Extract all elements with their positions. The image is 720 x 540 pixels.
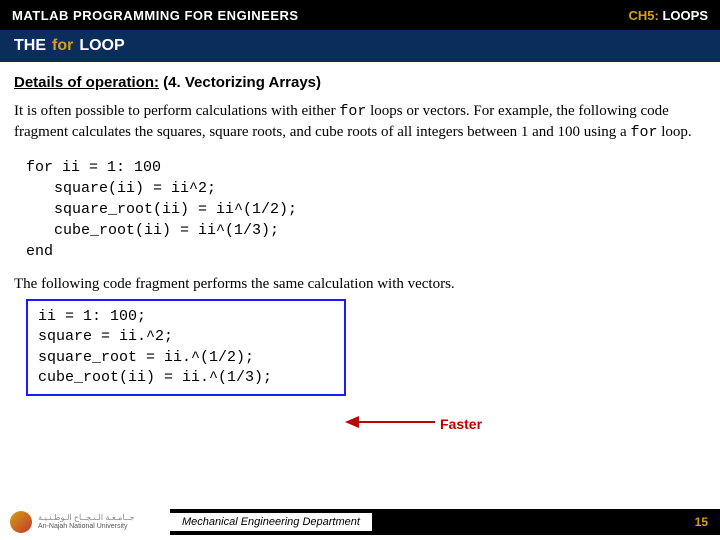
slide-content: Details of operation: (4. Vectorizing Ar… <box>0 62 720 396</box>
title-word-for: for <box>52 37 73 55</box>
code1-line5: end <box>26 241 706 262</box>
course-title: MATLAB PROGRAMMING FOR ENGINEERS <box>12 8 299 23</box>
faster-label: Faster <box>440 416 482 432</box>
code1-line2: square(ii) = ii^2; <box>54 178 706 199</box>
p1-for2: for <box>630 124 657 141</box>
subtitle: Details of operation: (4. Vectorizing Ar… <box>14 74 706 91</box>
paragraph-2: The following code fragment performs the… <box>14 276 706 293</box>
code2-line3: square_root = ii.^(1/2); <box>38 348 334 368</box>
logo-emblem-icon <box>10 511 32 533</box>
logo-arabic: جــامـعـة الـنـجــاح الـوطـنـيـة <box>38 513 135 523</box>
footer-bar: Mechanical Engineering Department 15 <box>170 509 720 535</box>
code2-line1: ii = 1: 100; <box>38 307 334 327</box>
p1-part3: loop. <box>657 124 691 140</box>
code1-line1: for ii = 1: 100 <box>26 157 706 178</box>
code2-line2: square = ii.^2; <box>38 327 334 347</box>
p1-for1: for <box>339 103 366 120</box>
title-word-the: THE <box>14 37 46 55</box>
code1-line4: cube_root(ii) = ii^(1/3); <box>54 220 706 241</box>
code-block-for-loop: for ii = 1: 100 square(ii) = ii^2; squar… <box>26 157 706 262</box>
slide-header: MATLAB PROGRAMMING FOR ENGINEERS CH5: LO… <box>0 0 720 30</box>
code-block-vectorized: ii = 1: 100; square = ii.^2; square_root… <box>26 299 346 396</box>
slide-footer: جــامـعـة الـنـجــاح الـوطـنـيـة An-Naja… <box>0 504 720 540</box>
university-logo: جــامـعـة الـنـجــاح الـوطـنـيـة An-Naja… <box>0 504 170 540</box>
code1-line3: square_root(ii) = ii^(1/2); <box>54 199 706 220</box>
subtitle-underline: Details of operation: <box>14 74 159 91</box>
logo-text: جــامـعـة الـنـجــاح الـوطـنـيـة An-Naja… <box>38 513 135 531</box>
subtitle-rest: (4. Vectorizing Arrays) <box>159 74 321 91</box>
chapter-name: LOOPS <box>659 8 708 23</box>
department-label: Mechanical Engineering Department <box>170 513 372 531</box>
title-word-loop: LOOP <box>79 37 124 55</box>
chapter-number: CH5: <box>629 8 659 23</box>
section-title-bar: THE for LOOP <box>0 30 720 62</box>
paragraph-1: It is often possible to perform calculat… <box>14 101 706 143</box>
p1-part1: It is often possible to perform calculat… <box>14 103 339 119</box>
page-number: 15 <box>695 515 708 529</box>
logo-english: An-Najah National University <box>38 523 135 531</box>
chapter-label: CH5: LOOPS <box>629 8 708 23</box>
code2-line4: cube_root(ii) = ii.^(1/3); <box>38 368 334 388</box>
arrow-icon <box>345 410 440 440</box>
